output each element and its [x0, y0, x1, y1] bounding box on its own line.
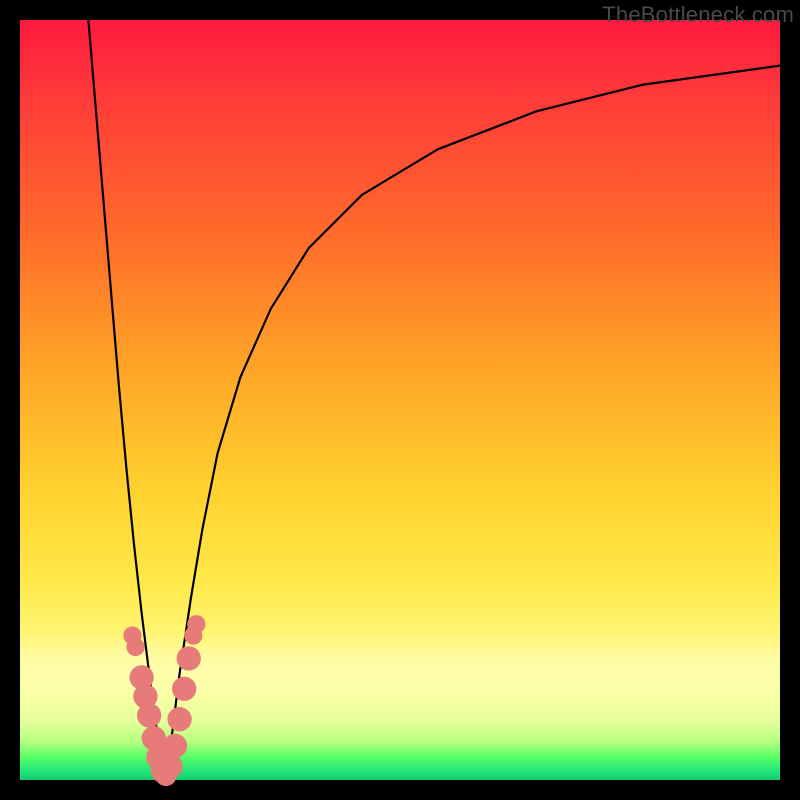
marker-dot [126, 638, 144, 656]
chart-stage: TheBottleneck.com [0, 0, 800, 800]
curve-left-branch [88, 20, 164, 780]
marker-dot [177, 646, 201, 670]
curve-layer [20, 20, 780, 780]
marker-dot [137, 703, 161, 727]
curve-right-branch [164, 66, 780, 780]
watermark-text: TheBottleneck.com [602, 2, 794, 28]
marker-dot [187, 615, 205, 633]
marker-dot [167, 707, 191, 731]
marker-dot [158, 754, 182, 778]
marker-dot [163, 734, 187, 758]
marker-dot [172, 677, 196, 701]
